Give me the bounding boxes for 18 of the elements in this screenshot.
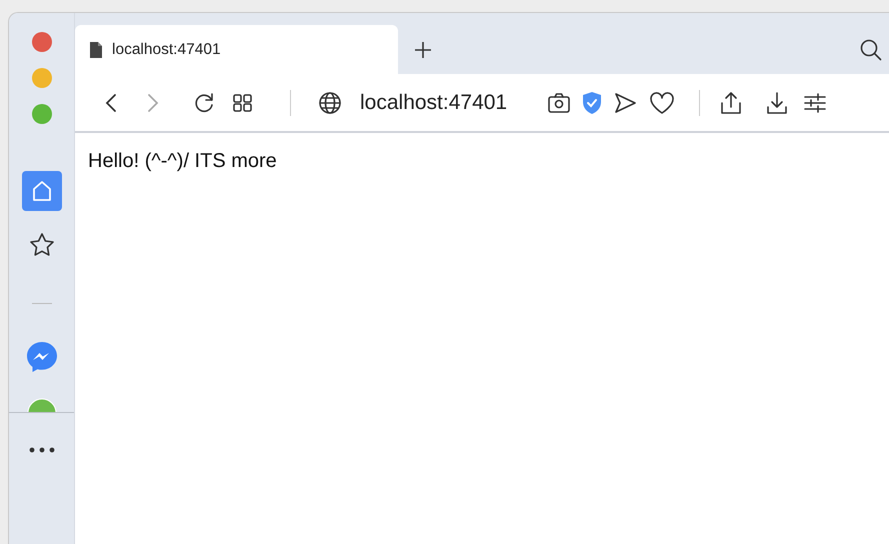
share-icon[interactable] <box>719 90 744 114</box>
home-icon[interactable] <box>22 171 62 211</box>
more-icon[interactable] <box>28 447 54 453</box>
new-tab-icon[interactable] <box>413 40 433 60</box>
close-button[interactable] <box>32 32 52 52</box>
globe-icon <box>318 90 342 114</box>
camera-icon[interactable] <box>547 90 572 114</box>
chat-bubble-icon[interactable] <box>24 340 58 374</box>
browser-tab[interactable]: localhost:47401 <box>75 25 398 74</box>
sliders-icon[interactable] <box>804 90 826 114</box>
download-icon[interactable] <box>765 90 790 114</box>
page-text: Hello! (^-^)/ ITS more <box>88 150 277 173</box>
address-field[interactable]: localhost:47401 <box>360 90 508 114</box>
heart-icon[interactable] <box>649 90 676 114</box>
document-icon <box>89 40 103 58</box>
shield-check-icon[interactable] <box>581 90 604 114</box>
search-icon[interactable] <box>859 38 883 62</box>
send-icon[interactable] <box>613 90 638 114</box>
